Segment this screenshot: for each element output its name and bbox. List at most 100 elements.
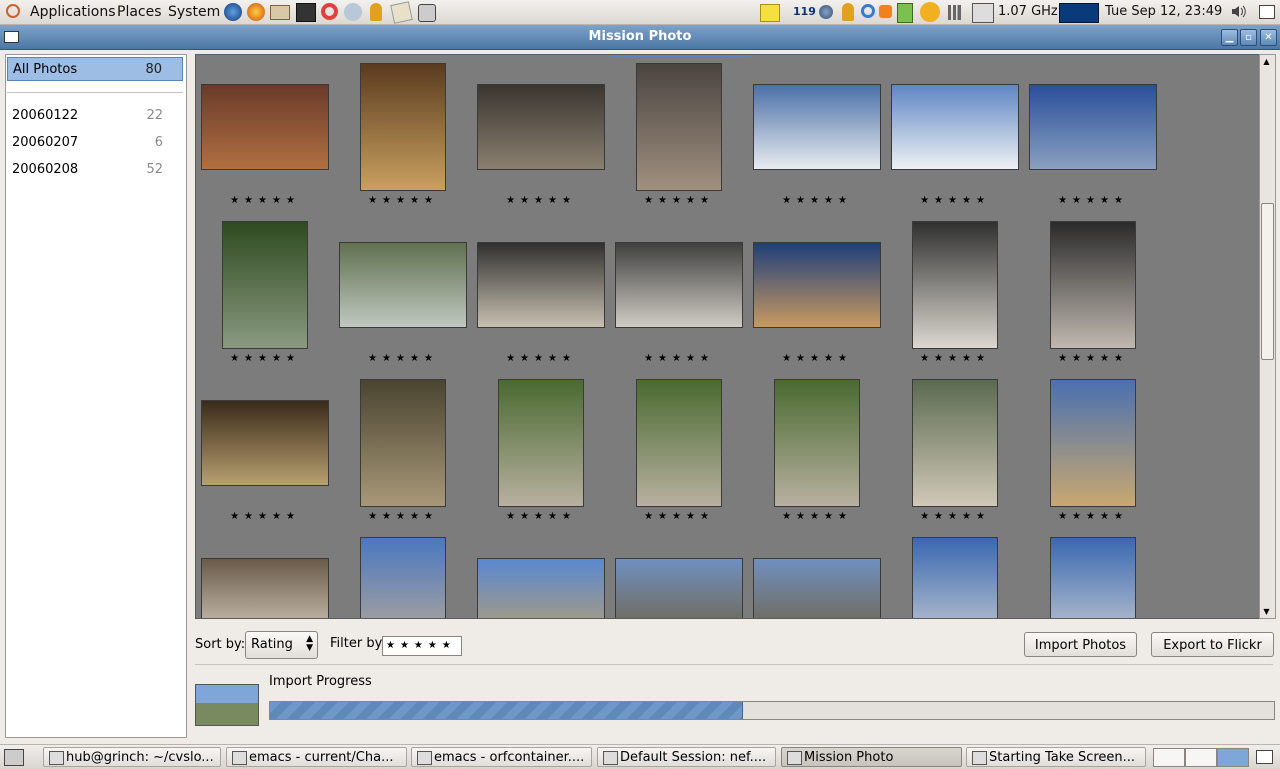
update-count[interactable]: 119 xyxy=(793,0,816,24)
import-photos-button[interactable]: Import Photos xyxy=(1024,632,1137,657)
volume-icon[interactable] xyxy=(1231,5,1247,18)
photo-rating-stars[interactable]: ★★★★★ xyxy=(201,353,329,364)
photo-thumbnail[interactable] xyxy=(912,221,998,349)
photo-thumbnail[interactable] xyxy=(477,558,605,618)
photo-rating-stars[interactable]: ★★★★★ xyxy=(339,353,467,364)
sticky-note-icon[interactable] xyxy=(760,4,780,22)
task-default-session[interactable]: Default Session: nef.... xyxy=(597,747,776,767)
photo-thumbnail[interactable] xyxy=(1050,379,1136,507)
ubuntu-logo-icon[interactable] xyxy=(6,4,20,18)
workspace-2[interactable] xyxy=(1185,748,1217,767)
refresh-icon[interactable] xyxy=(861,4,875,18)
system-monitor-icon[interactable] xyxy=(1059,3,1099,23)
photo-rating-stars[interactable]: ★★★★★ xyxy=(753,353,881,364)
photo-thumbnail[interactable] xyxy=(891,84,1019,170)
clock[interactable]: Tue Sep 12, 23:49 xyxy=(1105,0,1222,24)
user-tray-icon[interactable] xyxy=(842,3,854,21)
photo-rating-stars[interactable]: ★★★★★ xyxy=(891,353,1019,364)
photo-thumbnail[interactable] xyxy=(636,63,722,191)
weather-face-icon[interactable] xyxy=(920,2,940,22)
notes-icon[interactable] xyxy=(390,1,413,24)
photo-thumbnail[interactable] xyxy=(477,84,605,170)
show-desktop-button-icon[interactable] xyxy=(4,749,24,766)
photo-thumbnail[interactable] xyxy=(636,379,722,507)
photo-thumbnail[interactable] xyxy=(774,379,860,507)
photo-thumbnail[interactable] xyxy=(753,242,881,328)
update-notifier-icon[interactable] xyxy=(879,5,892,18)
scroll-down-arrow-icon[interactable]: ▼ xyxy=(1260,605,1273,618)
photo-rating-stars[interactable]: ★★★★★ xyxy=(1029,511,1157,522)
network-tool-icon[interactable] xyxy=(344,3,362,21)
photo-thumbnail[interactable] xyxy=(1029,84,1157,170)
minimize-button[interactable]: ▁ xyxy=(1221,29,1238,46)
photo-rating-stars[interactable]: ★★★★★ xyxy=(891,195,1019,206)
task-mission-photo[interactable]: Mission Photo xyxy=(781,747,962,767)
maximize-button[interactable]: ▫ xyxy=(1240,29,1257,46)
photo-thumbnail[interactable] xyxy=(1050,221,1136,349)
battery-icon[interactable] xyxy=(897,3,913,23)
person-icon[interactable] xyxy=(370,3,382,21)
photo-rating-stars[interactable]: ★★★★★ xyxy=(477,353,605,364)
photo-grid[interactable]: ★★★★★ ★★★★★ ★★★★★ ★★★★★ ★★★★★ ★★★★★ ★★★★★ ★★★★★… xyxy=(195,54,1260,619)
web-browser-icon[interactable] xyxy=(224,3,242,21)
close-button[interactable]: ✕ xyxy=(1260,29,1277,46)
workspace-1[interactable] xyxy=(1153,748,1185,767)
photo-thumbnail[interactable] xyxy=(912,379,998,507)
show-desktop-icon[interactable] xyxy=(1259,5,1275,19)
photo-thumbnail[interactable] xyxy=(360,537,446,618)
photo-thumbnail[interactable] xyxy=(360,379,446,507)
photo-rating-stars[interactable]: ★★★★★ xyxy=(891,511,1019,522)
photo-rating-stars[interactable]: ★★★★★ xyxy=(615,195,743,206)
terminal-icon[interactable] xyxy=(296,3,316,22)
system-menu[interactable]: System xyxy=(168,0,220,24)
signal-strength-icon[interactable] xyxy=(948,5,964,20)
photo-thumbnail[interactable] xyxy=(201,84,329,170)
cpu-freq-icon[interactable] xyxy=(972,3,994,23)
scrollbar-thumb[interactable] xyxy=(1261,203,1274,360)
photo-rating-stars[interactable]: ★★★★★ xyxy=(615,511,743,522)
window-titlebar[interactable]: Mission Photo ▁ ▫ ✕ xyxy=(0,25,1280,50)
mail-icon[interactable] xyxy=(270,5,290,20)
photo-thumbnail[interactable] xyxy=(753,558,881,618)
photo-thumbnail[interactable] xyxy=(360,63,446,191)
photo-thumbnail[interactable] xyxy=(615,558,743,618)
globe-icon[interactable] xyxy=(819,5,833,19)
photo-rating-stars[interactable]: ★★★★★ xyxy=(1029,195,1157,206)
lifesaver-help-icon[interactable] xyxy=(321,3,338,20)
grid-scrollbar[interactable]: ▲ ▼ xyxy=(1259,54,1276,619)
sidebar-item-roll[interactable]: 20060207 6 xyxy=(7,131,183,155)
photo-thumbnail[interactable] xyxy=(615,242,743,328)
photo-thumbnail[interactable] xyxy=(222,221,308,349)
photo-rating-stars[interactable]: ★★★★★ xyxy=(201,195,329,206)
rating-filter[interactable]: ★★★★★ xyxy=(382,636,462,656)
export-to-flickr-button[interactable]: Export to Flickr xyxy=(1151,632,1274,657)
sidebar-item-all-photos[interactable]: All Photos 80 xyxy=(7,57,183,81)
photo-thumbnail[interactable] xyxy=(339,242,467,328)
photo-thumbnail[interactable] xyxy=(201,400,329,486)
photo-rating-stars[interactable]: ★★★★★ xyxy=(477,511,605,522)
photo-thumbnail[interactable] xyxy=(201,558,329,618)
workspace-3[interactable] xyxy=(1217,748,1249,767)
sidebar-item-roll[interactable]: 20060122 22 xyxy=(7,104,183,128)
sidebar-item-roll[interactable]: 20060208 52 xyxy=(7,158,183,182)
photo-thumbnail[interactable] xyxy=(912,537,998,618)
photo-thumbnail[interactable] xyxy=(477,242,605,328)
task-take-screenshot[interactable]: Starting Take Screen... xyxy=(966,747,1146,767)
task-emacs-current[interactable]: emacs - current/Cha... xyxy=(226,747,407,767)
photo-thumbnail[interactable] xyxy=(753,84,881,170)
photo-rating-stars[interactable]: ★★★★★ xyxy=(339,511,467,522)
photo-rating-stars[interactable]: ★★★★★ xyxy=(753,511,881,522)
photo-rating-stars[interactable]: ★★★★★ xyxy=(201,511,329,522)
photo-thumbnail[interactable] xyxy=(1050,537,1136,618)
lock-screen-icon[interactable] xyxy=(418,4,436,22)
task-terminal[interactable]: hub@grinch: ~/cvslo... xyxy=(43,747,221,767)
photo-rating-stars[interactable]: ★★★★★ xyxy=(753,195,881,206)
places-menu[interactable]: Places xyxy=(117,0,162,24)
photo-rating-stars[interactable]: ★★★★★ xyxy=(477,195,605,206)
photo-rating-stars[interactable]: ★★★★★ xyxy=(339,195,467,206)
applications-menu[interactable]: Applications xyxy=(30,0,116,24)
scroll-up-arrow-icon[interactable]: ▲ xyxy=(1260,55,1273,68)
sort-select[interactable]: Rating ▲ ▼ xyxy=(245,631,318,659)
trash-icon[interactable] xyxy=(1256,750,1273,764)
photo-thumbnail[interactable] xyxy=(498,379,584,507)
